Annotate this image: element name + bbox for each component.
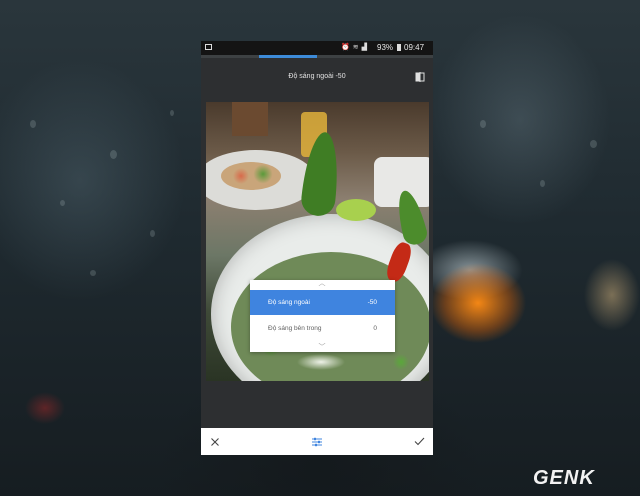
signal-icon: ▟: [361, 44, 367, 51]
status-bar: ⏰ ≋ ▟ 93% 09:47: [201, 41, 433, 55]
tool-progress-track: [201, 55, 433, 58]
battery-icon: [397, 44, 401, 51]
photo-canvas[interactable]: ︿ Độ sáng ngoài -50 Độ sáng bên trong 0 …: [206, 102, 429, 381]
rain-droplet: [110, 150, 117, 159]
compare-icon[interactable]: [415, 72, 425, 82]
apply-button[interactable]: [406, 428, 433, 455]
rain-droplet: [480, 120, 486, 128]
chevron-up-icon: ︿: [318, 280, 326, 287]
menu-item-value: 0: [373, 325, 377, 332]
chevron-down-icon: ﹀: [318, 344, 326, 351]
close-icon: [210, 437, 219, 446]
status-icons: ⏰ ≋ ▟: [341, 43, 367, 53]
tool-progress-indicator: [259, 55, 317, 58]
genk-watermark-logo: GENK: [533, 467, 595, 488]
photo-element: [232, 102, 268, 136]
wifi-icon: ≋: [352, 44, 359, 51]
menu-item-label: Độ sáng ngoài: [268, 299, 310, 306]
photo-element: [221, 162, 281, 190]
phone-screen: ⏰ ≋ ▟ 93% 09:47 Độ sáng ngoài -50 ︿ Độ s…: [201, 41, 433, 455]
tune-sliders-icon: [311, 437, 322, 446]
rain-droplet: [60, 200, 65, 206]
cancel-button[interactable]: [201, 428, 228, 455]
adjustment-title: Độ sáng ngoài -50: [288, 73, 346, 80]
clock: 09:47: [404, 43, 425, 52]
rain-droplet: [90, 270, 96, 276]
rain-droplet: [540, 180, 545, 187]
menu-item-value: -50: [367, 299, 377, 306]
rain-droplet: [150, 230, 155, 237]
gallery-notification-icon: [205, 44, 212, 50]
rain-droplet: [170, 110, 174, 116]
menu-item-label: Độ sáng bên trong: [268, 325, 322, 332]
menu-item-outer-brightness[interactable]: Độ sáng ngoài -50: [250, 290, 395, 315]
menu-item-inner-brightness[interactable]: Độ sáng bên trong 0: [250, 316, 395, 341]
battery-percent: 93%: [377, 43, 394, 52]
rain-droplet: [590, 140, 597, 148]
rain-droplet: [30, 120, 36, 128]
checkmark-icon: [414, 437, 425, 446]
watermark-text: GENK: [533, 467, 595, 488]
bottom-action-bar: [201, 428, 433, 455]
adjust-menu: ︿ Độ sáng ngoài -50 Độ sáng bên trong 0 …: [250, 280, 395, 352]
photo-element: [336, 199, 376, 221]
adjust-tools-button[interactable]: [303, 428, 330, 455]
alarm-icon: ⏰: [341, 44, 350, 51]
